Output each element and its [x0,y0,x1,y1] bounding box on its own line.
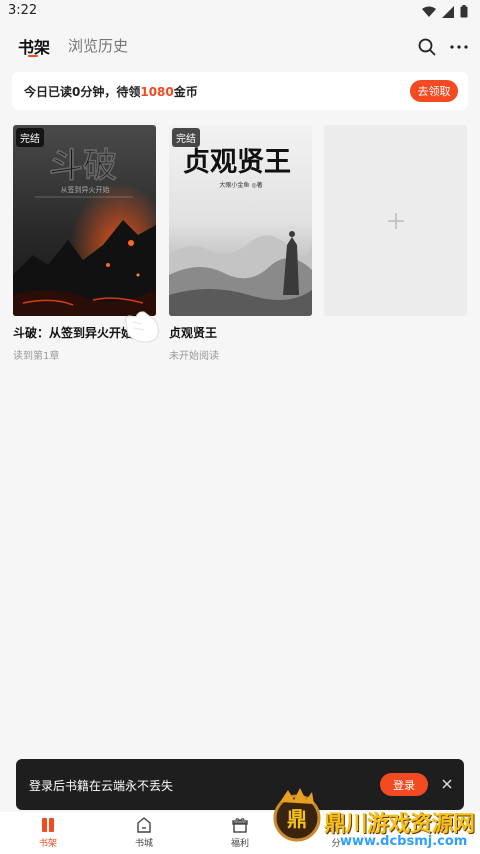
reading-reward-banner: 今日已读0分钟，待领1080金币 去领取 [12,72,468,110]
book-cover-art: 贞观贤王 大眼小金鱼 ◎著 [169,125,312,316]
book-cover[interactable]: 斗破 从签到异火开始 完结 [13,125,156,316]
status-badge: 完结 [172,128,200,147]
book-cover-title: 斗破 [49,146,117,186]
plus-icon [387,212,404,229]
book-progress: 未开始阅读 [169,351,219,362]
nav-label: 福利 [230,839,249,849]
svg-text:鼎: 鼎 [287,807,307,831]
add-book-button[interactable] [324,125,467,316]
search-button[interactable] [416,38,438,56]
signal-icon [442,5,454,18]
book-cover[interactable]: 贞观贤王 大眼小金鱼 ◎著 完结 [169,125,312,316]
more-icon [450,45,468,49]
active-tab-indicator [28,55,38,57]
bookstore-icon [137,817,151,833]
status-time: 3:22 [8,3,38,18]
reading-reward-text: 今日已读0分钟，待领1080金币 [24,85,198,99]
login-prompt-text: 登录后书籍在云端永不丢失 [29,779,174,793]
watermark-url: www.dcbsmj.com [340,834,468,849]
book-title[interactable]: 贞观贤王 [169,324,312,341]
book-cover-art: 斗破 从签到异火开始 [13,125,156,316]
book-cover-subtitle: 大眼小金鱼 ◎著 [219,181,262,189]
top-bar: 书架 浏览历史 [0,24,480,68]
coin-amount: 1080 [140,85,174,99]
more-button[interactable] [448,38,470,56]
wifi-icon [422,6,436,17]
tab-history[interactable]: 浏览历史 [68,35,128,56]
status-badge: 完结 [16,128,44,147]
nav-item-bookshelf[interactable]: 书架 [18,816,78,849]
watermark: 鼎 鼎川游戏资源网 www.dcbsmj.com [266,784,480,854]
nav-item-bookstore[interactable]: 书城 [114,816,174,849]
claim-reward-button[interactable]: 去领取 [410,80,458,102]
gift-icon [232,818,248,833]
status-icons [422,5,468,18]
watermark-logo: 鼎 [273,788,321,842]
book-cover-title: 贞观贤王 [183,147,291,178]
bookshelf-icon [42,818,54,832]
nav-label: 书城 [134,839,153,849]
nav-label: 书架 [38,839,57,849]
book-cover-subtitle: 从签到异火开始 [61,185,110,194]
battery-icon [460,5,468,18]
status-bar: 3:22 [0,0,480,24]
book-card[interactable]: 贞观贤王 大眼小金鱼 ◎著 完结 贞观贤王 未开始阅读 [169,125,312,362]
book-progress: 读到第1章 [13,351,60,362]
nav-item-welfare[interactable]: 福利 [210,816,270,849]
search-icon [418,38,436,56]
hand-pointer-icon [125,311,159,343]
